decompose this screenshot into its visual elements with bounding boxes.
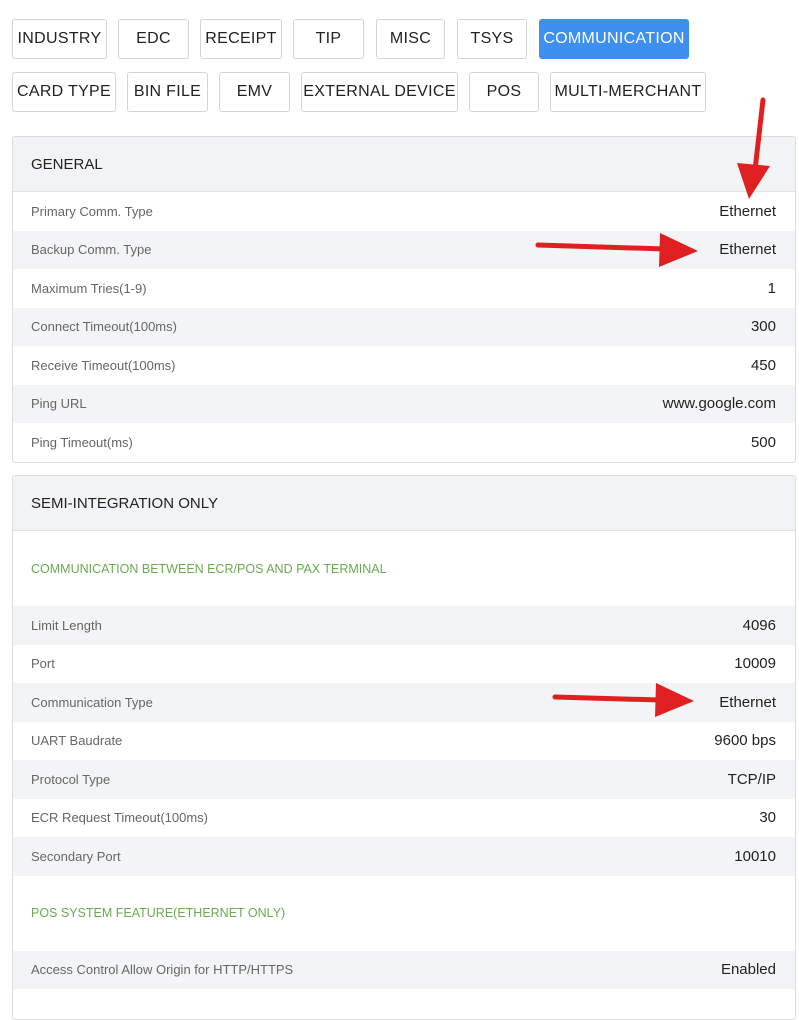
setting-label: Backup Comm. Type — [31, 242, 152, 258]
setting-value: 4096 — [742, 616, 776, 634]
setting-value: Enabled — [720, 961, 776, 979]
setting-label: Access Control Allow Origin for HTTP/HTT… — [31, 962, 294, 978]
tab-multi-merchant[interactable]: MULTI-MERCHANT — [550, 72, 706, 112]
tab-industry[interactable]: INDUSTRY — [12, 19, 107, 59]
setting-value: 9600 bps — [714, 732, 776, 750]
setting-label: Ping URL — [31, 396, 87, 412]
setting-value: 450 — [750, 356, 776, 374]
setting-label: Protocol Type — [31, 771, 111, 787]
settings-tabs: INDUSTRY EDC RECEIPT TIP MISC TSYS COMMU… — [0, 0, 799, 130]
setting-value: 500 — [750, 433, 776, 451]
tab-receipt[interactable]: RECEIPT — [200, 19, 282, 59]
setting-row-ecr-request-timeout[interactable]: ECR Request Timeout(100ms) 30 — [13, 799, 795, 838]
setting-row-ping-timeout[interactable]: Ping Timeout(ms) 500 — [13, 423, 795, 462]
setting-row-primary-comm-type[interactable]: Primary Comm. Type Ethernet — [13, 192, 795, 231]
setting-row-receive-timeout[interactable]: Receive Timeout(100ms) 450 — [13, 346, 795, 385]
semi-integration-header: SEMI-INTEGRATION ONLY — [13, 476, 795, 531]
tab-tsys[interactable]: TSYS — [457, 19, 527, 59]
setting-label: Primary Comm. Type — [31, 203, 153, 219]
setting-value: www.google.com — [662, 395, 776, 413]
tab-pos[interactable]: POS — [469, 72, 539, 112]
setting-label: ECR Request Timeout(100ms) — [31, 810, 209, 826]
setting-value: TCP/IP — [727, 770, 776, 788]
setting-value: 1 — [767, 279, 776, 297]
setting-row-protocol-type[interactable]: Protocol Type TCP/IP — [13, 760, 795, 799]
setting-row-ping-url[interactable]: Ping URL www.google.com — [13, 384, 795, 423]
semi-integration-card: SEMI-INTEGRATION ONLY COMMUNICATION BETW… — [12, 475, 796, 1020]
setting-value: 10009 — [734, 655, 776, 673]
tab-card-type[interactable]: CARD TYPE — [12, 72, 116, 112]
tab-external-device[interactable]: EXTERNAL DEVICE — [301, 72, 458, 112]
setting-row-communication-type[interactable]: Communication Type Ethernet — [13, 683, 795, 722]
setting-row-secondary-port[interactable]: Secondary Port 10010 — [13, 837, 795, 876]
setting-value: Ethernet — [719, 241, 776, 259]
setting-label: UART Baudrate — [31, 733, 123, 749]
setting-label: Ping Timeout(ms) — [31, 434, 133, 450]
section-title-pos-system-feature: POS SYSTEM FEATURE(ETHERNET ONLY) — [31, 906, 286, 920]
setting-label: Communication Type — [31, 694, 153, 710]
setting-label: Secondary Port — [31, 848, 121, 864]
tab-edc[interactable]: EDC — [118, 19, 189, 59]
setting-value: 300 — [750, 318, 776, 336]
setting-label: Maximum Tries(1-9) — [31, 280, 147, 296]
setting-value: 30 — [759, 809, 776, 827]
setting-value: Ethernet — [719, 202, 776, 220]
tab-communication[interactable]: COMMUNICATION — [539, 19, 689, 59]
setting-row-limit-length[interactable]: Limit Length 4096 — [13, 606, 795, 645]
setting-value: 10010 — [734, 847, 776, 865]
setting-label: Limit Length — [31, 617, 102, 633]
tab-emv[interactable]: EMV — [219, 72, 290, 112]
setting-label: Receive Timeout(100ms) — [31, 357, 176, 373]
setting-row-backup-comm-type[interactable]: Backup Comm. Type Ethernet — [13, 230, 795, 269]
setting-row-uart-baudrate[interactable]: UART Baudrate 9600 bps — [13, 722, 795, 761]
general-card: GENERAL Primary Comm. Type Ethernet Back… — [12, 136, 796, 463]
setting-row-port[interactable]: Port 10009 — [13, 645, 795, 684]
setting-row-access-control-allow-origin[interactable]: Access Control Allow Origin for HTTP/HTT… — [13, 950, 795, 989]
setting-row-maximum-tries[interactable]: Maximum Tries(1-9) 1 — [13, 269, 795, 308]
setting-value: Ethernet — [719, 693, 776, 711]
tab-bin-file[interactable]: BIN FILE — [127, 72, 208, 112]
setting-label: Port — [31, 656, 55, 672]
general-header: GENERAL — [13, 137, 795, 192]
setting-row-connect-timeout[interactable]: Connect Timeout(100ms) 300 — [13, 307, 795, 346]
tab-tip[interactable]: TIP — [293, 19, 364, 59]
setting-label: Connect Timeout(100ms) — [31, 319, 177, 335]
section-title-ecr-pax: COMMUNICATION BETWEEN ECR/POS AND PAX TE… — [31, 561, 387, 576]
tab-misc[interactable]: MISC — [376, 19, 445, 59]
